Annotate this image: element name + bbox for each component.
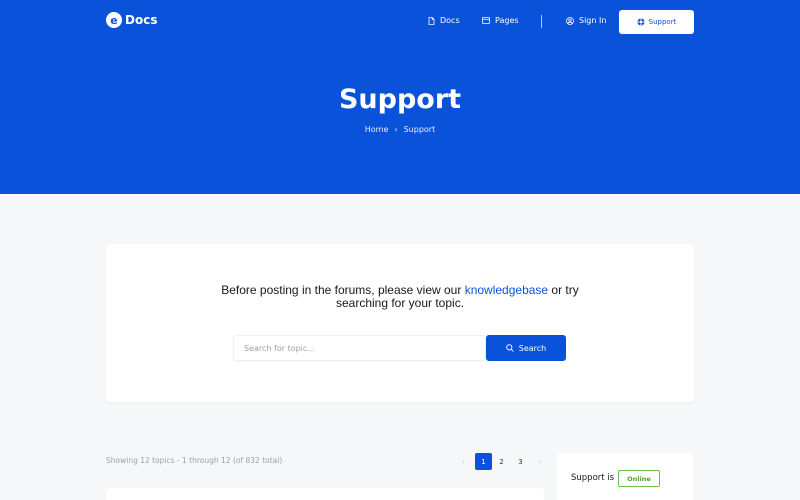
pagination-page-3[interactable]: 3	[512, 453, 529, 470]
search-card: Before posting in the forums, please vie…	[106, 244, 694, 402]
breadcrumb: Home › Support	[0, 125, 800, 134]
intro-text-after: or try	[548, 283, 579, 297]
search-button-label: Search	[518, 343, 547, 353]
nav-pages-label: Pages	[495, 16, 519, 25]
pagination-next[interactable]: ›	[532, 453, 549, 470]
pagination-prev[interactable]: ‹	[455, 453, 472, 470]
nav-docs-label: Docs	[440, 16, 460, 25]
logo-mark: e	[106, 12, 122, 28]
topics-count-text: Showing 12 topics - 1 through 12 (of 832…	[106, 456, 283, 465]
search-button[interactable]: Search	[486, 335, 566, 361]
page-title: Support	[338, 84, 462, 115]
support-status-label: Support is	[571, 473, 615, 483]
search-icon	[506, 344, 514, 352]
logo-text: Docs	[125, 13, 158, 27]
hero-header: e Docs Docs Pages Sign In Support Suppor…	[0, 0, 800, 194]
search-intro-text: Before posting in the forums, please vie…	[106, 284, 694, 310]
support-status-card: Support is Online	[557, 453, 693, 500]
breadcrumb-home[interactable]: Home	[365, 125, 389, 134]
user-icon	[566, 16, 574, 25]
nav-sign-in[interactable]: Sign In	[566, 16, 606, 25]
nav-docs[interactable]: Docs	[428, 16, 460, 25]
lifebuoy-icon	[637, 18, 645, 26]
topics-list	[106, 488, 544, 500]
nav-sign-in-label: Sign In	[579, 16, 607, 25]
intro-text-before: Before posting in the forums, please vie…	[221, 283, 465, 297]
document-icon	[428, 16, 435, 25]
pages-icon	[482, 17, 490, 24]
nav-pages[interactable]: Pages	[482, 16, 519, 25]
logo[interactable]: e Docs	[106, 12, 157, 28]
pagination-page-1[interactable]: 1	[475, 453, 492, 470]
support-button-label: Support	[648, 18, 677, 26]
intro-text-line2: searching for your topic.	[335, 296, 465, 310]
pagination-page-2[interactable]: 2	[493, 453, 510, 470]
status-badge: Online	[618, 470, 660, 487]
knowledgebase-link[interactable]: knowledgebase	[465, 283, 548, 297]
search-input[interactable]	[233, 335, 486, 361]
nav-divider	[541, 15, 542, 28]
support-button[interactable]: Support	[619, 10, 694, 34]
breadcrumb-current: Support	[403, 125, 436, 134]
breadcrumb-separator: ›	[394, 125, 398, 134]
